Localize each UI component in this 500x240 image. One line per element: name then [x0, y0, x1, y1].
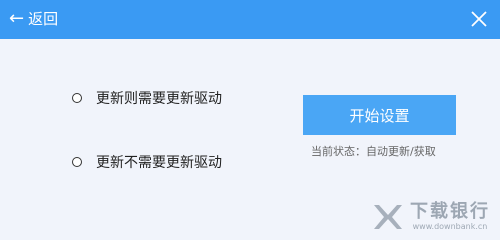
back-label: 返回 [28, 10, 59, 28]
radio-button[interactable] [72, 93, 82, 103]
downbank-logo-icon [374, 205, 402, 229]
option-label: 更新则需要更新驱动 [96, 91, 222, 107]
watermark: 下载银行 www.downbank.cn [370, 202, 490, 232]
radio-button[interactable] [72, 157, 82, 167]
watermark-url: www.downbank.cn [412, 222, 488, 231]
start-settings-button[interactable]: 开始设置 [303, 95, 456, 135]
close-icon[interactable] [470, 10, 488, 28]
option-update-driver[interactable]: 更新则需要更新驱动 [72, 88, 222, 108]
title-bar: ← 返回 [0, 0, 500, 39]
watermark-name: 下载银行 [410, 201, 490, 222]
back-button[interactable]: ← 返回 [9, 7, 58, 31]
option-label: 更新不需要更新驱动 [96, 155, 222, 171]
current-status-text: 当前状态：自动更新/获取 [311, 145, 436, 158]
back-arrow-icon: ← [9, 8, 25, 29]
option-no-update-driver[interactable]: 更新不需要更新驱动 [72, 152, 222, 172]
